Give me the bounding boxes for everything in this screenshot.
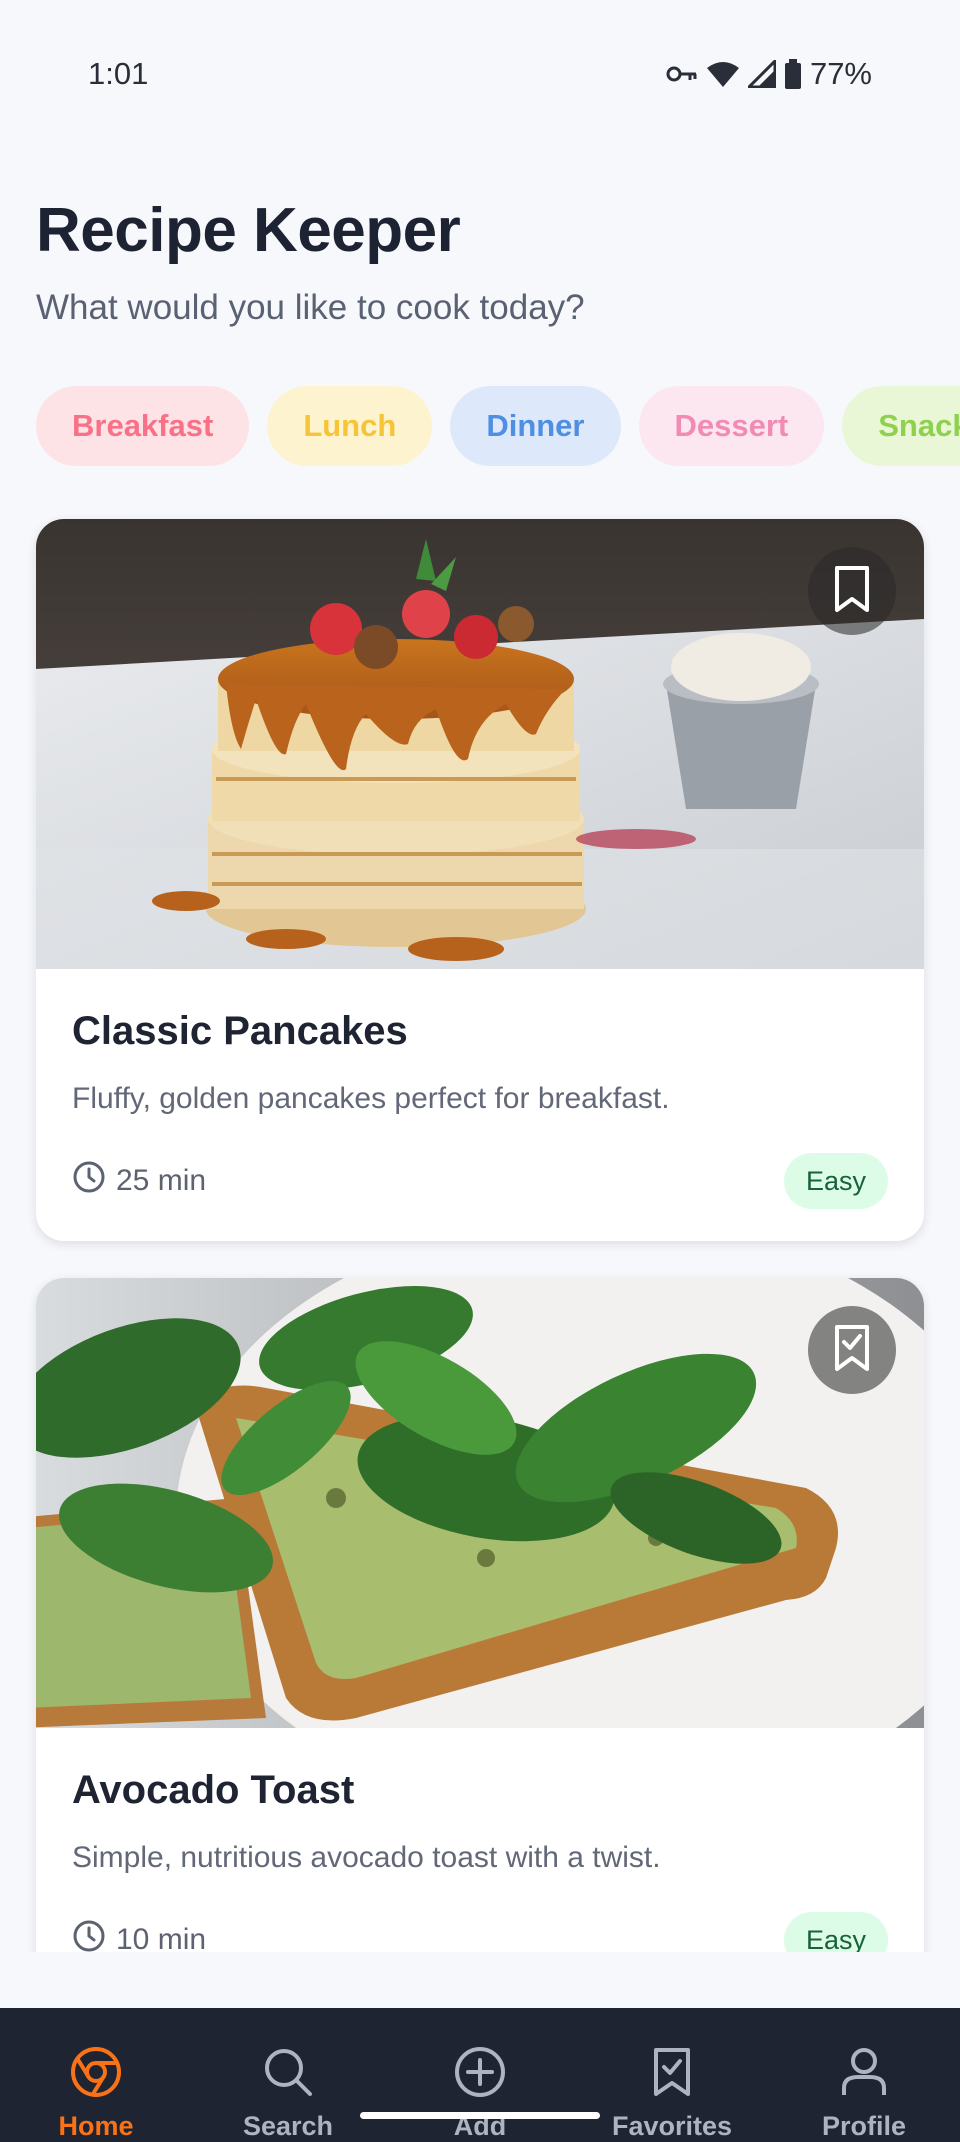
nav-search[interactable]: Search xyxy=(198,2046,378,2142)
chip-label: Snack xyxy=(878,408,960,443)
bookmark-check-icon xyxy=(646,2046,698,2103)
person-icon xyxy=(838,2046,890,2103)
recipe-time-label: 10 min xyxy=(116,1923,207,1952)
recipe-meta: 25 min Easy xyxy=(72,1153,888,1209)
bookmark-button[interactable] xyxy=(808,1306,896,1394)
page-subtitle: What would you like to cook today? xyxy=(36,288,585,327)
nav-favorites[interactable]: Favorites xyxy=(582,2046,762,2142)
difficulty-badge: Easy xyxy=(783,1912,888,1952)
chip-label: Lunch xyxy=(303,408,397,443)
nav-label: Home xyxy=(58,2111,134,2141)
chip-dessert[interactable]: Dessert xyxy=(638,386,825,466)
nav-label: Favorites xyxy=(611,2111,733,2141)
wifi-icon xyxy=(706,60,740,88)
bookmark-check-icon xyxy=(833,1324,871,1377)
recipe-title: Classic Pancakes xyxy=(72,1009,408,1053)
page-title: Recipe Keeper xyxy=(36,196,461,265)
gesture-handle[interactable] xyxy=(360,2112,600,2119)
difficulty-badge: Easy xyxy=(783,1153,888,1209)
recipe-time: 25 min xyxy=(72,1160,206,1202)
status-icons: 77% xyxy=(666,56,872,92)
recipe-card[interactable]: Avocado Toast Simple, nutritious avocado… xyxy=(36,1278,924,1952)
category-chips: Breakfast Lunch Dinner Dessert Snack xyxy=(36,386,960,466)
recipe-list[interactable]: Classic Pancakes Fluffy, golden pancakes… xyxy=(0,500,960,1952)
battery-percent: 77% xyxy=(809,56,872,91)
bottom-nav: Home Search Add Favorites Profile xyxy=(0,2008,960,2142)
status-time: 1:01 xyxy=(88,56,149,91)
chip-label: Breakfast xyxy=(72,408,214,443)
recipe-card[interactable]: Classic Pancakes Fluffy, golden pancakes… xyxy=(36,519,924,1241)
clock-icon xyxy=(72,1919,106,1952)
home-chrome-icon xyxy=(70,2046,122,2103)
recipe-image-avocado-toast xyxy=(36,1278,924,1728)
chip-label: Dinner xyxy=(486,408,585,443)
recipe-description: Simple, nutritious avocado toast with a … xyxy=(72,1841,661,1874)
bookmark-button[interactable] xyxy=(808,547,896,635)
recipe-time: 10 min xyxy=(72,1919,206,1952)
recipe-description: Fluffy, golden pancakes perfect for brea… xyxy=(72,1082,670,1115)
nav-profile[interactable]: Profile xyxy=(774,2046,954,2142)
nav-label: Search xyxy=(242,2111,334,2141)
nav-add[interactable]: Add xyxy=(390,2046,570,2142)
status-bar: 1:01 77% xyxy=(0,0,960,150)
chip-breakfast[interactable]: Breakfast xyxy=(36,386,250,466)
key-icon xyxy=(666,63,698,85)
recipe-title: Avocado Toast xyxy=(72,1768,355,1812)
bookmark-outline-icon xyxy=(833,565,871,618)
recipe-card-body: Classic Pancakes Fluffy, golden pancakes… xyxy=(36,969,924,1241)
add-circle-icon xyxy=(454,2046,506,2103)
recipe-meta: 10 min Easy xyxy=(72,1912,888,1952)
battery-icon xyxy=(784,59,802,89)
search-icon xyxy=(262,2046,314,2103)
chip-lunch[interactable]: Lunch xyxy=(267,386,433,466)
chip-dinner[interactable]: Dinner xyxy=(450,386,621,466)
nav-home[interactable]: Home xyxy=(6,2046,186,2142)
recipe-image-pancakes xyxy=(36,519,924,969)
signal-icon xyxy=(747,60,776,88)
recipe-card-body: Avocado Toast Simple, nutritious avocado… xyxy=(36,1728,924,1952)
chip-label: Dessert xyxy=(674,408,789,443)
nav-label: Profile xyxy=(821,2111,907,2141)
clock-icon xyxy=(72,1160,106,1202)
recipe-time-label: 25 min xyxy=(116,1164,207,1197)
chip-snack[interactable]: Snack xyxy=(842,386,960,466)
